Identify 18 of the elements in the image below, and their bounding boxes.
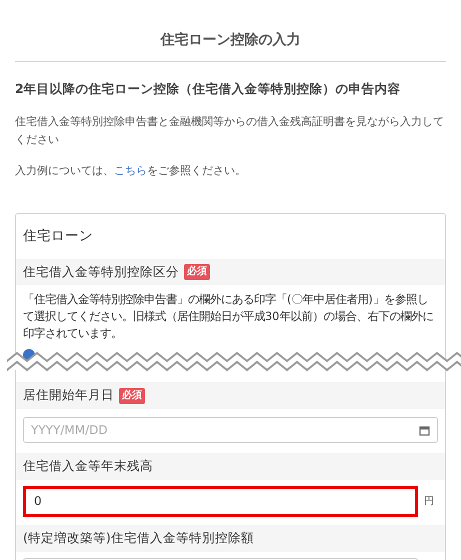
example-note: 入力例については、こちら をご参照ください。 [15,162,247,179]
field-label: 住宅借入金等特別控除区分 [23,262,179,280]
amount-value: 0 [34,493,42,510]
field-label: (特定増改築等)住宅借入金等特別控除額 [23,528,254,547]
card-title: 住宅ローン [23,227,94,246]
required-tag: 必須 [119,388,145,404]
page-title: 住宅ローン控除の入力 [159,30,302,50]
example-link[interactable]: こちら [114,164,147,177]
unit-label: 円 [424,494,435,509]
required-tag: 必須 [184,264,210,280]
section-heading: 2年目以降の住宅ローン控除（住宅借入金等特別控除）の申告内容 [15,80,402,98]
date-placeholder: YYYY/MM/DD [31,422,108,439]
field-label: 住宅借入金等年末残高 [23,457,153,475]
amount-field[interactable]: 0 [23,486,418,517]
field-label: 居住開始年月日 [23,386,114,404]
field-description: 「住宅借入金等特別控除申告書」の欄外にある印字「(〇年中居住者用)」を参照して選択してください。旧様式（居住開始日が平成30年以前）の場合、右下の欄外に印字されています。 [23,292,434,342]
intro-text: 住宅借入金等特別控除申告書と金融機関等からの借入金残高証明書を見ながら入力してください [15,114,445,148]
calendar-icon [419,424,430,436]
